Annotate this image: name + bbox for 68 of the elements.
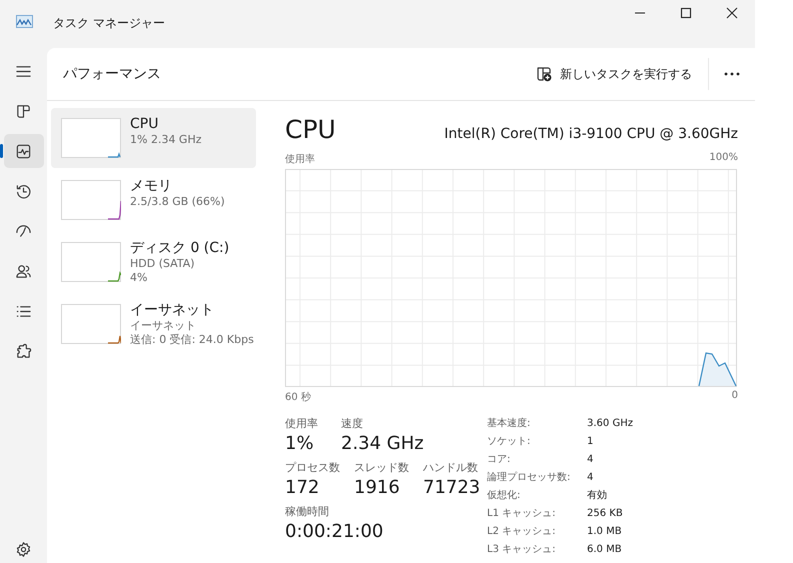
spec-value: 256 KB (587, 507, 624, 521)
axis-label: 使用率 (285, 152, 315, 166)
spec-value: 有効 (587, 488, 608, 503)
stat-label: 速度 (341, 416, 364, 431)
mini-graph (61, 304, 121, 344)
pulse-icon (15, 142, 32, 160)
device-stat: 1% 2.34 GHz (130, 133, 202, 147)
stat-value: 0:00:21:00 (285, 521, 384, 542)
gauge-icon (15, 222, 32, 240)
spec-label: コア: (487, 453, 512, 467)
new-task-button[interactable]: 新しいタスクを実行する (532, 60, 696, 88)
device-item[interactable]: メモリ 2.5/3.8 GB (66%) (51, 170, 256, 230)
users-icon (15, 262, 32, 280)
processor-name: Intel(R) Core(TM) i3-9100 CPU @ 3.60GHz (444, 126, 738, 142)
device-name: メモリ (130, 177, 173, 195)
spec-label: 仮想化: (487, 488, 522, 503)
device-stat: イーサネット (130, 319, 197, 333)
device-stat: HDD (SATA) (130, 257, 196, 271)
spec-label: ソケット: (487, 435, 532, 449)
device-stat: 送信: 0 受信: 24.0 Kbps (130, 333, 254, 347)
stat-label: 稼働時間 (285, 504, 330, 519)
stat-label: スレッド数 (354, 460, 409, 475)
maximize-icon (680, 7, 692, 19)
close-icon (726, 7, 738, 19)
puzzle-icon (15, 342, 32, 360)
spec-value: 1.0 MB (587, 525, 623, 539)
history-icon (15, 182, 32, 200)
device-name: イーサネット (130, 301, 215, 319)
axis-label: 100% (709, 152, 738, 165)
stat-value: 1% (285, 433, 315, 454)
detail-title: CPU (285, 115, 336, 144)
stat-value: 71723 (423, 477, 480, 498)
stat-label: ハンドル数 (423, 460, 479, 475)
axis-label: 0 (732, 390, 738, 403)
device-stat: 4% (130, 271, 148, 285)
settings-icon (15, 540, 32, 558)
more-icon (723, 72, 741, 76)
mini-graph (61, 118, 121, 158)
spec-value: 4 (587, 453, 594, 467)
mini-graph (61, 242, 121, 282)
stat-value: 1916 (354, 477, 401, 498)
device-stat: 2.5/3.8 GB (66%) (130, 195, 225, 209)
window-title: タスク マネージャー (53, 15, 165, 32)
spec-label: L3 キャッシュ: (487, 543, 556, 557)
device-name: CPU (130, 115, 160, 133)
device-item[interactable]: ディスク 0 (C:) HDD (SATA) 4% (51, 232, 256, 292)
spec-label: 基本速度: (487, 416, 532, 431)
mini-graph (61, 180, 121, 220)
device-name: ディスク 0 (C:) (130, 239, 230, 257)
spec-value: 1 (587, 435, 594, 449)
stat-value: 172 (285, 477, 320, 498)
spec-label: 論理プロセッサ数: (487, 470, 572, 485)
spec-label: L1 キャッシュ: (487, 507, 556, 521)
spec-value: 4 (587, 471, 594, 485)
device-item[interactable]: CPU 1% 2.34 GHz (51, 108, 256, 168)
page-title: パフォーマンス (63, 65, 161, 83)
spec-value: 3.60 GHz (587, 417, 633, 431)
device-item[interactable]: イーサネット イーサネット 送信: 0 受信: 24.0 Kbps (51, 294, 256, 354)
spec-value: 6.0 MB (587, 543, 623, 557)
app-icon (16, 15, 33, 28)
axis-label: 60 秒 (285, 390, 311, 404)
stat-label: プロセス数 (285, 460, 340, 475)
stat-label: 使用率 (285, 416, 319, 431)
stat-value: 2.34 GHz (341, 433, 424, 454)
grid-icon (15, 102, 32, 120)
new-task-icon (536, 66, 552, 82)
spec-label: L2 キャッシュ: (487, 525, 556, 539)
selection-indicator (0, 144, 2, 158)
